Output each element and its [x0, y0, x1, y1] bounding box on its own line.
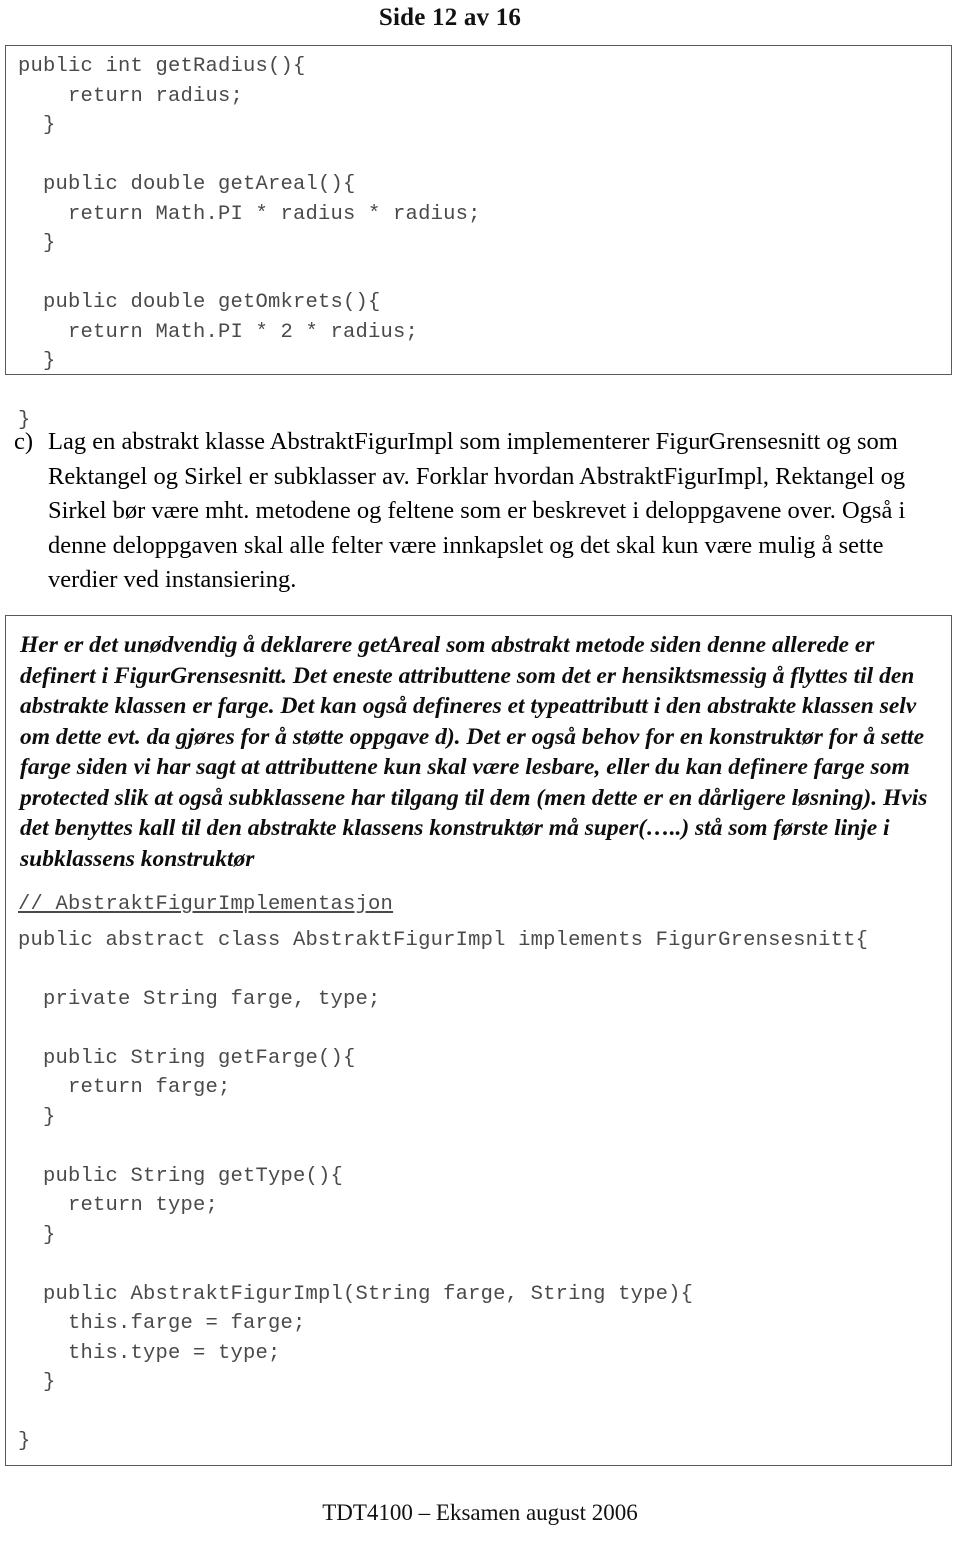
- code-listing-abstraktfigurimpl: public abstract class AbstraktFigurImpl …: [18, 928, 869, 1454]
- page-number-header: Side 12 av 16: [378, 4, 522, 31]
- solution-note: Her er det unødvendig å deklarere getAre…: [20, 632, 928, 872]
- task-marker: c): [14, 428, 34, 455]
- code-block-top: public int getRadius(){ return radius; }…: [5, 45, 952, 432]
- task-description: Lag en abstrakt klasse AbstraktFigurImpl…: [48, 428, 906, 593]
- code-comment-line: // AbstraktFigurImplementasjon: [18, 893, 394, 916]
- code-block-bottom: Her er det unødvendig å deklarere getAre…: [5, 615, 952, 1466]
- code-listing-figur-methods: public int getRadius(){ return radius; }…: [18, 55, 481, 432]
- task-item-c: c) Lag en abstrakt klasse AbstraktFigurI…: [14, 425, 934, 598]
- note-spacer: [6, 874, 951, 884]
- page-footer: TDT4100 – Eksamen august 2006: [322, 1500, 638, 1525]
- document-page: Side 12 av 16 public int getRadius(){ re…: [0, 0, 960, 1549]
